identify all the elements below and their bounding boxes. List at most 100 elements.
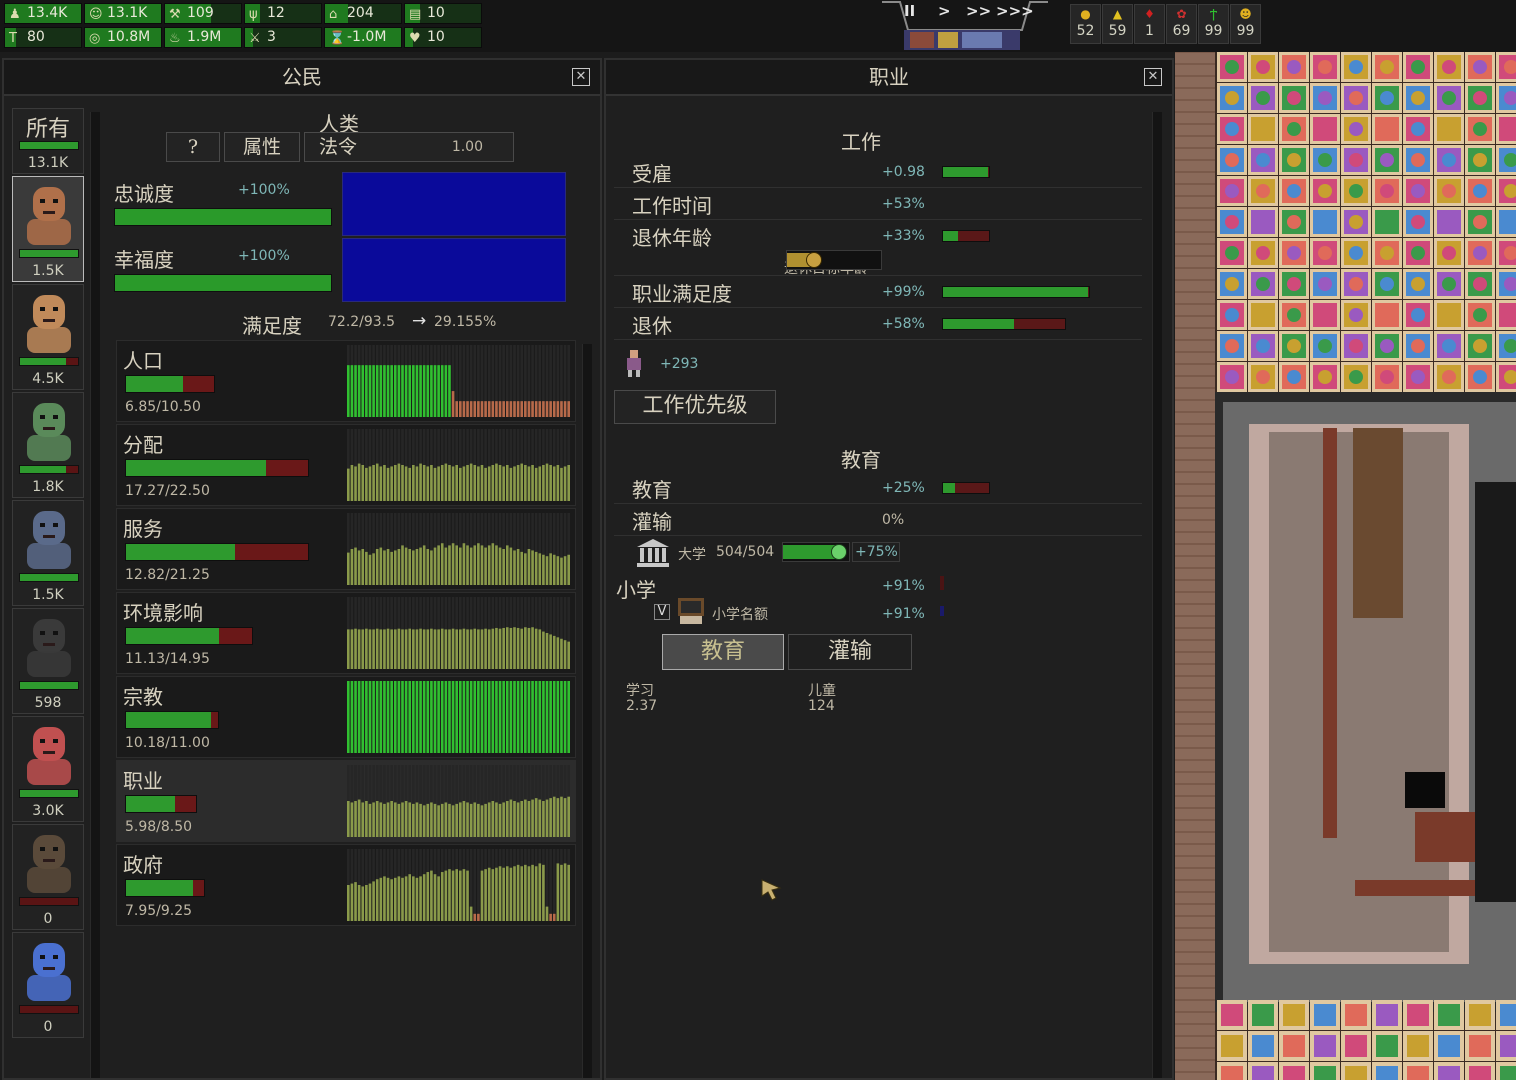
graph-bar xyxy=(542,465,545,501)
graph-bar xyxy=(422,465,426,501)
job-row[interactable]: 受雇 +0.98 xyxy=(614,156,1142,188)
graph-bar xyxy=(372,365,375,417)
graph-bar xyxy=(401,545,404,585)
counter-warning[interactable]: ▲ 59 xyxy=(1102,4,1133,44)
species-orc[interactable]: 1.8K xyxy=(12,392,84,498)
graph-bar xyxy=(412,465,415,501)
need-row[interactable]: 政府 7.95/9.25 xyxy=(116,844,576,926)
species-dwarf[interactable]: 4.5K xyxy=(12,284,84,390)
row2-heart-stat[interactable]: ♥ 10 xyxy=(404,27,482,48)
needs-scrollbar[interactable] xyxy=(582,344,592,1078)
fulfillment-label: 满足度 xyxy=(242,314,302,338)
need-row[interactable]: 职业 5.98/8.50 xyxy=(116,760,576,842)
graph-bar xyxy=(495,802,498,837)
speed-2-button[interactable]: >> xyxy=(966,2,991,20)
human-portrait-icon xyxy=(27,187,71,245)
species-tilapi[interactable]: 0 xyxy=(12,824,84,930)
job-row-value: +33% xyxy=(882,228,925,244)
graph-bar xyxy=(545,463,549,501)
graph-bar xyxy=(437,466,440,501)
happiness-bar xyxy=(114,274,332,292)
need-name: 宗教 xyxy=(123,685,163,709)
graph-bar xyxy=(545,556,549,585)
species-scrollbar[interactable] xyxy=(90,112,100,1078)
graph-bar xyxy=(505,465,509,501)
row2-hourglass-stat[interactable]: ⌛ -1.0M xyxy=(324,27,402,48)
tab-education[interactable]: 教育 xyxy=(662,634,784,670)
graph-bar xyxy=(350,629,354,669)
graph-bar xyxy=(437,681,440,753)
graph-bar xyxy=(383,876,386,921)
graph-bar xyxy=(401,465,404,501)
graph-bar xyxy=(386,467,390,501)
graph-bar xyxy=(524,401,527,417)
graph-bar xyxy=(426,629,430,669)
job-row[interactable]: 工作时间 +53% xyxy=(614,188,1142,220)
species-garthimi[interactable]: 3.0K xyxy=(12,716,84,822)
tab-indoctrination[interactable]: 灌输 xyxy=(788,634,912,670)
row2-sword-stat[interactable]: ⚔ 3 xyxy=(244,27,322,48)
graph-bar xyxy=(350,802,354,837)
row2-flask-stat[interactable]: ♨ 1.9M xyxy=(164,27,242,48)
species-human[interactable]: 1.5K xyxy=(12,176,84,282)
counter-coin[interactable]: ● 52 xyxy=(1070,4,1101,44)
species-cretonian[interactable]: 598 xyxy=(12,608,84,714)
row2-coins-stat[interactable]: ◎ 10.8M xyxy=(84,27,162,48)
graph-bar xyxy=(567,681,570,753)
graph-bar xyxy=(437,876,440,921)
graph-bar xyxy=(549,553,552,585)
graph-bar xyxy=(520,866,524,921)
need-row[interactable]: 人口 6.85/10.50 xyxy=(116,340,576,422)
speed-1-button[interactable]: > xyxy=(938,2,951,20)
species-all[interactable]: 所有 13.1K xyxy=(12,108,84,174)
need-row[interactable]: 宗教 10.18/11.00 xyxy=(116,676,576,758)
species-argonian[interactable]: 1.5K xyxy=(12,500,84,606)
graph-bar xyxy=(480,805,484,837)
row1-citizens-stat[interactable]: ♟ 13.4K xyxy=(4,3,82,24)
need-row[interactable]: 分配 17.27/22.50 xyxy=(116,424,576,506)
graph-bar xyxy=(484,547,487,585)
graph-bar xyxy=(390,365,393,417)
counter-drop[interactable]: ♦ 1 xyxy=(1134,4,1165,44)
close-icon[interactable]: ✕ xyxy=(572,68,590,86)
work-priority-button[interactable]: 工作优先级 xyxy=(614,390,776,424)
graph-bar xyxy=(415,802,419,837)
graph-bar xyxy=(354,681,357,753)
job-row[interactable]: 职业满足度 +99% xyxy=(614,276,1142,308)
retire-age-slider[interactable] xyxy=(786,250,882,270)
attributes-button[interactable]: 属性 xyxy=(224,132,300,162)
education-row[interactable]: 灌输 0% xyxy=(614,504,1142,536)
row1-house-stat[interactable]: ⌂ 204 xyxy=(324,3,402,24)
school-quota-checkbox[interactable]: V xyxy=(654,604,670,620)
row2-hammer-stat[interactable]: T 80 xyxy=(4,27,82,48)
speed-3-button[interactable]: >>> xyxy=(996,2,1034,20)
graph-bar xyxy=(408,802,412,837)
need-row[interactable]: 环境影响 11.13/14.95 xyxy=(116,592,576,674)
graph-bar xyxy=(477,466,480,501)
close-icon[interactable]: ✕ xyxy=(1144,68,1162,86)
loyalty-label: 忠诚度 xyxy=(114,182,174,206)
graph-bar xyxy=(379,365,383,417)
university-slider[interactable] xyxy=(782,542,850,562)
graph-bar xyxy=(415,629,419,669)
counter-face[interactable]: ☻ 99 xyxy=(1230,4,1261,44)
row1-bed-stat[interactable]: ▤ 10 xyxy=(404,3,482,24)
row1-tools-stat[interactable]: ⚒ 109 xyxy=(164,3,242,24)
job-scrollbar[interactable] xyxy=(1152,112,1162,1078)
graph-bar xyxy=(401,365,404,417)
edict-button[interactable]: 法令 1.00 xyxy=(304,132,514,162)
counter-brain[interactable]: ✿ 69 xyxy=(1166,4,1197,44)
row1-wheat-stat[interactable]: ψ 12 xyxy=(244,3,322,24)
graph-bar xyxy=(354,365,357,417)
education-row[interactable]: 教育 +25% xyxy=(614,472,1142,504)
stat-value: 12 xyxy=(267,5,285,21)
species-amevia[interactable]: 0 xyxy=(12,932,84,1038)
row1-happy-stat[interactable]: ☺ 13.1K xyxy=(84,3,162,24)
need-row[interactable]: 服务 12.82/21.25 xyxy=(116,508,576,590)
graph-bar xyxy=(477,803,480,837)
game-map[interactable] xyxy=(1175,52,1516,1080)
pause-button[interactable]: II xyxy=(904,2,915,20)
counter-plant[interactable]: Ϯ 99 xyxy=(1198,4,1229,44)
help-button[interactable]: ? xyxy=(166,132,220,162)
job-row[interactable]: 退休 +58% xyxy=(614,308,1142,340)
